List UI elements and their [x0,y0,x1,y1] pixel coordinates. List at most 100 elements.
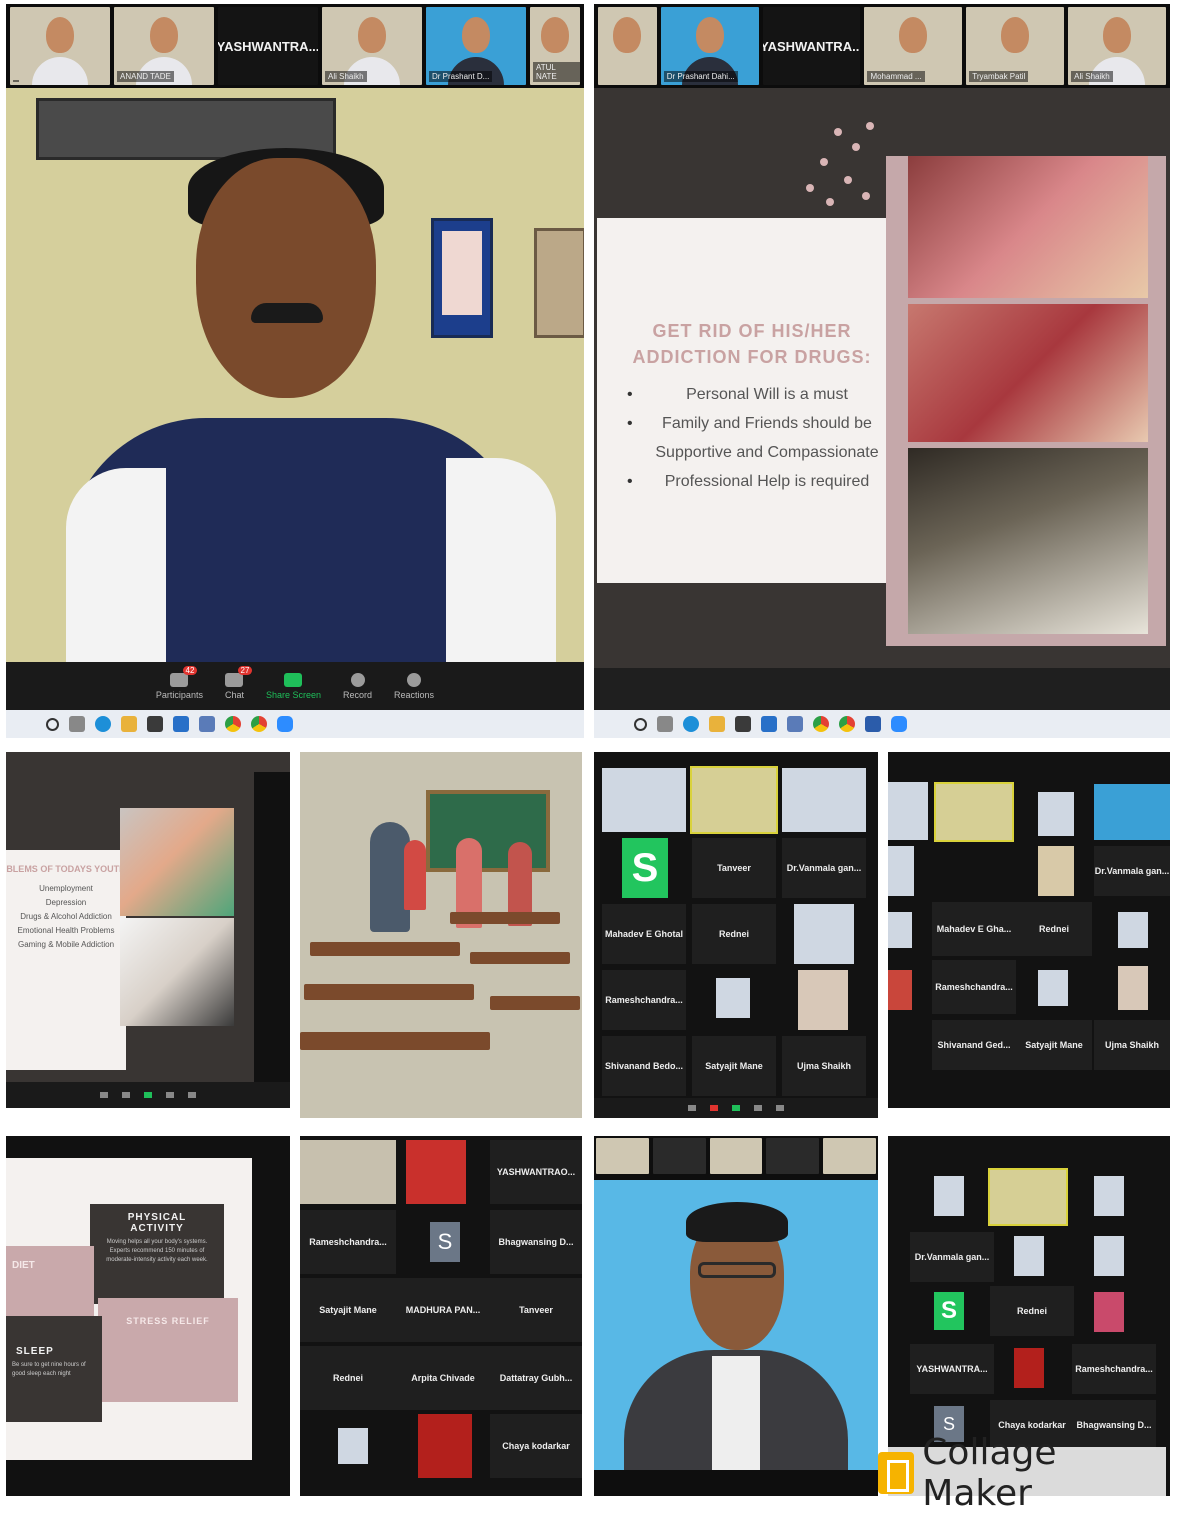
participant-name[interactable]: Rameshchandra... [602,970,686,1030]
folder-icon[interactable] [121,716,137,732]
participant-tile[interactable]: Ali Shaikh [322,7,422,85]
mail-icon[interactable] [173,716,189,732]
participant-video[interactable] [888,912,912,948]
participant-video[interactable] [418,1414,472,1478]
participant-name[interactable]: Dr.Vanmala gan... [1094,846,1170,896]
participant-video[interactable] [988,1168,1068,1226]
participant-name-tile[interactable]: YASHWANTRA... [218,7,318,85]
participant-name[interactable]: Ujma Shaikh [1094,1020,1170,1070]
search-icon[interactable] [634,717,647,731]
participant-video[interactable] [1094,1176,1124,1216]
word-icon[interactable] [865,716,881,732]
participant-name[interactable]: Satyajit Mane [300,1278,396,1342]
participant-video[interactable] [1038,970,1068,1006]
search-icon[interactable] [46,717,59,731]
participant-name[interactable]: Rednei [300,1346,396,1410]
participant-tile[interactable]: Mohammad ... [864,7,963,85]
participant-name[interactable]: Arpita Chivade [396,1346,490,1410]
chat-icon: 27 [225,665,253,687]
participant-video[interactable] [338,1428,368,1464]
participant-name[interactable]: Rednei [1016,902,1092,956]
participant-name[interactable]: Bhagwansing D... [490,1210,582,1274]
chrome-icon[interactable] [251,716,267,732]
task-view-icon[interactable] [69,716,85,732]
folder-icon[interactable] [709,716,725,732]
participant-video[interactable] [1038,846,1074,896]
participant-avatar-s[interactable]: S [622,838,668,898]
participant-avatar-s[interactable]: S [934,1292,964,1330]
chrome-icon[interactable] [225,716,241,732]
participant-tile[interactable]: Dr Prashant Dahi... [660,7,759,85]
store-icon[interactable] [147,716,163,732]
participant-name[interactable]: Dattatray Gubh... [490,1346,582,1410]
participant-tile[interactable]: Dr Prashant D... [426,7,526,85]
participant-name[interactable]: Shivanand Bedo... [602,1036,686,1096]
participant-name[interactable]: Shivanand Ged... [932,1020,1016,1070]
app-icon[interactable] [199,716,215,732]
zoom-icon[interactable] [277,716,293,732]
participant-avatar-s[interactable]: S [430,1222,460,1262]
participant-video[interactable] [782,768,866,832]
participant-name[interactable]: Rednei [692,904,776,964]
participant-tile[interactable] [10,7,110,85]
participant-video[interactable] [794,904,854,964]
participant-name[interactable]: Tanveer [490,1278,582,1342]
participant-video[interactable] [888,970,912,1010]
participant-video[interactable] [1038,792,1074,836]
participant-video[interactable] [716,978,750,1018]
participant-name[interactable]: Satyajit Mane [692,1036,776,1096]
participant-name[interactable]: Rednei [990,1286,1074,1336]
participant-video[interactable] [888,782,928,840]
participant-name[interactable]: Dr.Vanmala gan... [782,838,866,898]
participant-name-tile[interactable]: YASHWANTRA... [762,7,861,85]
reactions-button[interactable]: Reactions [394,672,434,700]
participant-video[interactable] [602,768,686,832]
participant-name[interactable]: Mahadev E Ghotal [602,904,686,964]
participant-video[interactable] [934,782,1014,842]
participant-name[interactable]: Dr.Vanmala gan... [910,1232,994,1282]
participant-video[interactable] [1118,912,1148,948]
chrome-icon[interactable] [813,716,829,732]
participant-video[interactable] [1118,966,1148,1010]
participant-video[interactable] [300,1140,396,1204]
participant-name[interactable]: Satyajit Mane [1016,1020,1092,1070]
zoom-icon[interactable] [891,716,907,732]
participant-name[interactable]: Chaya kodarkar [490,1414,582,1478]
store-icon[interactable] [735,716,751,732]
participant-tile[interactable]: Tryambak Patil [966,7,1065,85]
participant-video[interactable] [1014,1236,1044,1276]
participant-name[interactable]: Tanveer [692,838,776,898]
participant-tile[interactable] [598,7,657,85]
participant-video[interactable] [1014,1348,1044,1388]
participant-tile[interactable]: ATUL NATE [530,7,580,85]
participant-name[interactable]: Ujma Shaikh [782,1036,866,1096]
participant-name[interactable]: Rameshchandra... [932,960,1016,1014]
task-view-icon[interactable] [657,716,673,732]
participant-video[interactable] [1094,1236,1124,1276]
participant-name[interactable]: Rameshchandra... [300,1210,396,1274]
chat-button[interactable]: 27 Chat [225,665,253,700]
participant-name[interactable]: YASHWANTRA... [910,1344,994,1394]
chrome-icon[interactable] [839,716,855,732]
participant-video[interactable] [1094,784,1170,840]
participant-video[interactable] [934,1176,964,1216]
edge-icon[interactable] [683,716,699,732]
participants-button[interactable]: 42 Participants [156,665,203,700]
record-button[interactable]: Record [343,672,372,700]
app-icon[interactable] [787,716,803,732]
participant-video[interactable] [690,766,778,834]
participant-name[interactable]: YASHWANTRAO... [490,1140,582,1204]
participant-name[interactable]: Rameshchandra... [1072,1344,1156,1394]
share-screen-button[interactable]: Share Screen [266,672,321,700]
participant-video[interactable] [1094,1292,1124,1332]
participant-tile[interactable]: Ali Shaikh [1068,7,1167,85]
participant-name[interactable]: MADHURA PAN... [396,1278,490,1342]
participant-name[interactable]: Mahadev E Gha... [932,902,1016,956]
mail-icon[interactable] [761,716,777,732]
participant-video[interactable] [798,970,848,1030]
participant-video[interactable] [406,1140,466,1204]
edge-icon[interactable] [95,716,111,732]
zoom-gallery-view: S Tanveer Dr.Vanmala gan... Mahadev E Gh… [594,752,878,1118]
participant-tile[interactable]: ANAND TADE [114,7,214,85]
participant-video[interactable] [888,846,914,896]
